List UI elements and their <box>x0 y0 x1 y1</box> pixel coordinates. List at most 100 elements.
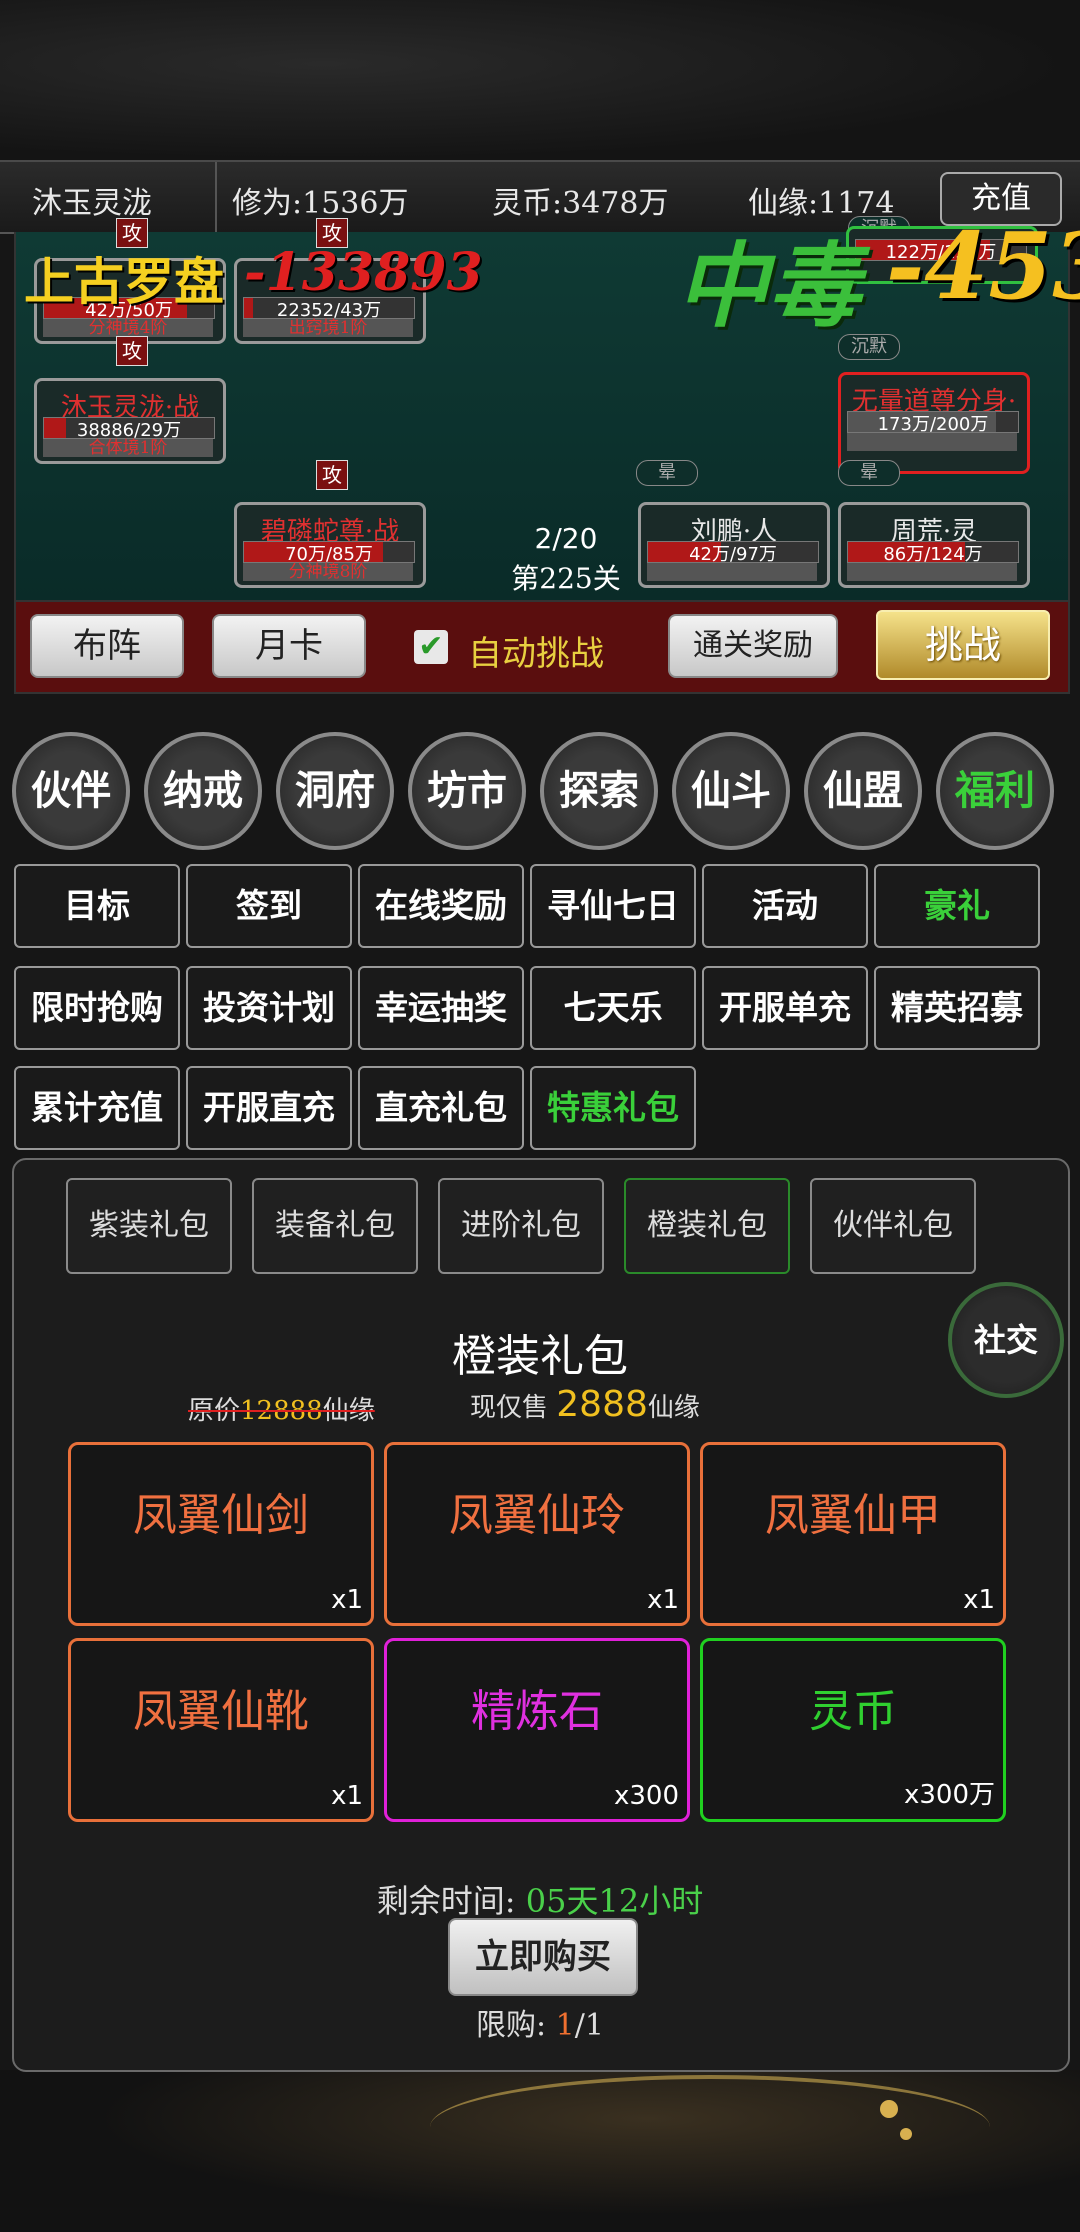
realm-label: 出窍境1阶 <box>243 319 413 337</box>
purchase-limit-label: 限购: <box>476 2008 547 2043</box>
pack-tab-purple[interactable]: 紫装礼包 <box>66 1178 232 1274</box>
gold-decoration-dot <box>900 2128 912 2140</box>
remaining-time: 剩余时间: 05天12小时 <box>0 1876 1080 1922</box>
hp-bar: 86万/124万 <box>847 541 1019 565</box>
divider <box>215 162 217 232</box>
menu-alliance[interactable]: 仙盟 <box>804 732 922 850</box>
current-price-value: 2888 <box>556 1384 648 1425</box>
menu-cave[interactable]: 洞府 <box>276 732 394 850</box>
stun-status-icon: 晕 <box>838 460 900 486</box>
realm-label: 分神境8阶 <box>243 563 413 581</box>
tab-online-reward[interactable]: 在线奖励 <box>358 864 524 948</box>
skill-name-popup: 上古罗盘 <box>24 252 224 311</box>
menu-ring[interactable]: 纳戒 <box>144 732 262 850</box>
pack-item[interactable]: 灵币 x300万 <box>700 1638 1006 1822</box>
poison-popup: 中毒 <box>676 232 861 340</box>
tab-grand-gift[interactable]: 豪礼 <box>874 864 1040 948</box>
tab-recharge-pack[interactable]: 直充礼包 <box>358 1066 524 1150</box>
item-name: 凤翼仙甲 <box>765 1490 941 1541</box>
purchase-limit: 限购: 1/1 <box>0 2000 1080 2044</box>
realm-label <box>847 433 1017 451</box>
tab-cumulative-recharge[interactable]: 累计充值 <box>14 1066 180 1150</box>
menu-partner[interactable]: 伙伴 <box>12 732 130 850</box>
ally-unit[interactable]: 沐玉灵泷·战 38886/29万 合体境1阶 <box>34 378 226 464</box>
pack-tab-advance[interactable]: 进阶礼包 <box>438 1178 604 1274</box>
player-name: 沐玉灵泷 <box>32 186 152 221</box>
battle-control-bar: 布阵 月卡 ✔ 自动挑战 通关奖励 挑战 <box>14 600 1070 694</box>
pack-item[interactable]: 精炼石 x300 <box>384 1638 690 1822</box>
tab-activity[interactable]: 活动 <box>702 864 868 948</box>
tab-direct-recharge[interactable]: 开服直充 <box>186 1066 352 1150</box>
realm-label: 合体境1阶 <box>43 439 213 457</box>
current-price-label: 现仅售 <box>470 1393 549 1423</box>
menu-arena[interactable]: 仙斗 <box>672 732 790 850</box>
current-price: 现仅售 2888仙缘 <box>470 1384 700 1425</box>
auto-challenge-checkbox[interactable]: ✔ <box>414 630 448 664</box>
menu-welfare[interactable]: 福利 <box>936 732 1054 850</box>
tab-goal[interactable]: 目标 <box>14 864 180 948</box>
cultivation-value: 修为:1536万 <box>232 186 409 221</box>
auto-challenge-label[interactable]: 自动挑战 <box>468 626 604 675</box>
pack-tab-equipment[interactable]: 装备礼包 <box>252 1178 418 1274</box>
purchase-limit-current: 1 <box>555 2008 575 2043</box>
ally-unit[interactable]: 碧磷蛇尊·战 70万/85万 分神境8阶 <box>234 502 426 588</box>
realm-label <box>647 563 817 581</box>
buy-now-button[interactable]: 立即购买 <box>448 1918 638 1996</box>
item-quantity: x1 <box>331 1781 363 1811</box>
item-name: 精炼石 <box>471 1686 603 1737</box>
social-button[interactable]: 社交 <box>948 1282 1064 1398</box>
item-name: 凤翼仙玲 <box>449 1490 625 1541</box>
hp-bar: 38886/29万 <box>43 417 215 441</box>
tab-flash-sale[interactable]: 限时抢购 <box>14 966 180 1050</box>
damage-popup: -133893 <box>244 242 483 303</box>
monthly-card-button[interactable]: 月卡 <box>212 614 366 678</box>
challenge-button[interactable]: 挑战 <box>876 610 1050 680</box>
pack-tab-partner[interactable]: 伙伴礼包 <box>810 1178 976 1274</box>
enemy-unit[interactable]: 刘鹏·人 42万/97万 <box>638 502 830 588</box>
item-quantity: x300 <box>613 1781 679 1811</box>
enemy-unit[interactable]: 无量道尊分身· 173万/200万 <box>838 372 1030 474</box>
realm-label <box>847 563 1017 581</box>
realm-label: 分神境4阶 <box>43 319 213 337</box>
hp-bar: 70万/85万 <box>243 541 415 565</box>
item-quantity: x300万 <box>903 1780 995 1810</box>
pack-tab-orange[interactable]: 橙装礼包 <box>624 1178 790 1274</box>
attack-buff-icon: 攻 <box>116 336 148 366</box>
tab-investment[interactable]: 投资计划 <box>186 966 352 1050</box>
stage-label: 第225关 <box>511 562 621 595</box>
tab-seven-day-fun[interactable]: 七天乐 <box>530 966 696 1050</box>
original-price: 原价12888仙缘 <box>188 1390 375 1427</box>
tab-single-recharge[interactable]: 开服单充 <box>702 966 868 1050</box>
hp-bar: 42万/97万 <box>647 541 819 565</box>
item-quantity: x1 <box>647 1585 679 1615</box>
stun-status-icon: 晕 <box>636 460 698 486</box>
tab-seven-days[interactable]: 寻仙七日 <box>530 864 696 948</box>
item-quantity: x1 <box>331 1585 363 1615</box>
currency-label: 仙缘 <box>647 1393 700 1423</box>
menu-explore[interactable]: 探索 <box>540 732 658 850</box>
tab-lucky-draw[interactable]: 幸运抽奖 <box>358 966 524 1050</box>
menu-market[interactable]: 坊市 <box>408 732 526 850</box>
remaining-time-label: 剩余时间: <box>376 1882 516 1920</box>
tab-checkin[interactable]: 签到 <box>186 864 352 948</box>
original-price-value: 12888 <box>240 1396 323 1426</box>
currency-label: 仙缘 <box>322 1396 375 1426</box>
clear-reward-button[interactable]: 通关奖励 <box>668 614 838 678</box>
pack-item[interactable]: 凤翼仙甲 x1 <box>700 1442 1006 1626</box>
attack-buff-icon: 攻 <box>316 460 348 490</box>
item-name: 灵币 <box>809 1686 897 1737</box>
formation-button[interactable]: 布阵 <box>30 614 184 678</box>
hp-bar: 173万/200万 <box>847 411 1019 435</box>
gold-decoration <box>430 2075 990 2179</box>
background-top <box>0 0 1080 160</box>
pack-item[interactable]: 凤翼仙剑 x1 <box>68 1442 374 1626</box>
enemy-unit[interactable]: 周荒·灵 86万/124万 <box>838 502 1030 588</box>
pack-title: 橙装礼包 <box>452 1331 628 1382</box>
tab-special-pack[interactable]: 特惠礼包 <box>530 1066 696 1150</box>
item-name: 凤翼仙靴 <box>133 1686 309 1737</box>
pack-item[interactable]: 凤翼仙玲 x1 <box>384 1442 690 1626</box>
pack-item[interactable]: 凤翼仙靴 x1 <box>68 1638 374 1822</box>
tab-elite-recruit[interactable]: 精英招募 <box>874 966 1040 1050</box>
poison-damage-popup: -453 <box>886 212 1080 320</box>
remaining-time-value: 05天12小时 <box>525 1882 704 1920</box>
